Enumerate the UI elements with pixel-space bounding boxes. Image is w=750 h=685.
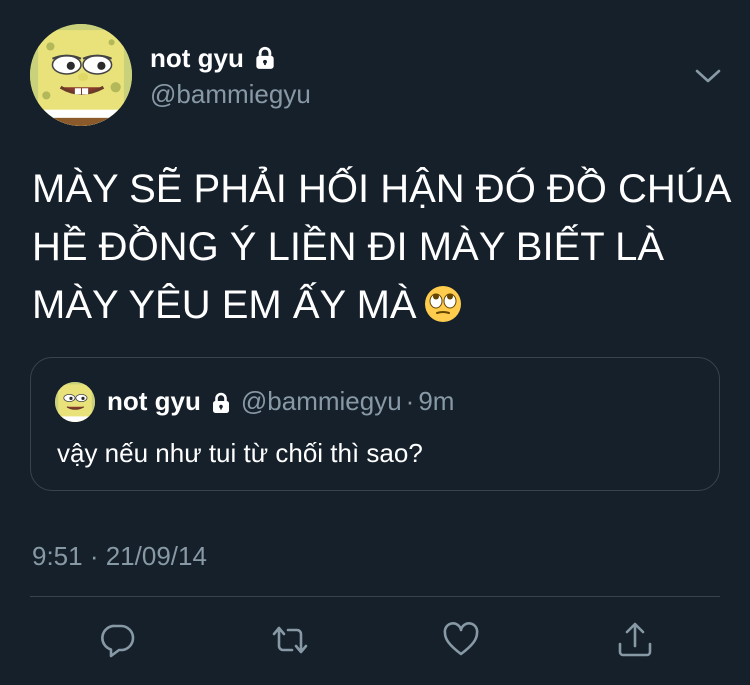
quoted-display-name: not gyu <box>107 386 201 416</box>
quoted-handle: @bammiegyu <box>240 386 402 416</box>
tweet-text: MÀY SẼ PHẢI HỐI HẬN ĐÓ ĐỒ CHÚA HỀ ĐỒNG Ý… <box>32 160 732 334</box>
spongebob-avatar-icon <box>30 24 132 126</box>
quoted-tweet-header: not gyu @bammiegyu · 9m <box>107 384 454 418</box>
divider <box>30 596 720 597</box>
tweet-text-line: MÀY SẼ PHẢI HỐI HẬN ĐÓ ĐỒ CHÚA <box>32 167 732 211</box>
quoted-tweet[interactable]: not gyu @bammiegyu · 9m vậy nếu như tui … <box>30 357 720 491</box>
quoted-author-avatar <box>55 382 95 422</box>
tweet-card: not gyu @bammiegyu MÀY SẼ PHẢI HỐI HẬN Đ… <box>0 0 750 685</box>
author-handle[interactable]: @bammiegyu <box>150 78 311 110</box>
rolling-eyes-emoji-icon <box>423 282 463 322</box>
tweet-actions <box>0 620 750 660</box>
tweet-text-line-content: MÀY YÊU EM ẤY MÀ <box>32 283 417 327</box>
like-icon[interactable] <box>441 620 481 660</box>
quoted-tweet-text: vậy nếu như tui từ chối thì sao? <box>57 438 423 468</box>
tweet-text-line: MÀY YÊU EM ẤY MÀ <box>32 276 722 334</box>
lock-icon <box>209 389 233 413</box>
retweet-icon[interactable] <box>270 620 310 660</box>
share-icon[interactable] <box>615 620 655 660</box>
tweet-timestamp[interactable]: 9:51 · 21/09/14 <box>32 536 207 576</box>
chevron-down-icon[interactable] <box>692 62 724 90</box>
spongebob-avatar-icon <box>55 382 95 422</box>
tweet-text-line: HỀ ĐỒNG Ý LIỀN ĐI MÀY BIẾT LÀ <box>32 225 665 269</box>
quoted-separator: · <box>405 386 415 416</box>
author-avatar[interactable] <box>30 24 132 126</box>
reply-icon[interactable] <box>98 620 138 660</box>
author-name-row: not gyu <box>150 42 278 74</box>
author-display-name[interactable]: not gyu <box>150 42 244 74</box>
lock-icon <box>252 45 278 71</box>
quoted-time: 9m <box>418 386 455 416</box>
